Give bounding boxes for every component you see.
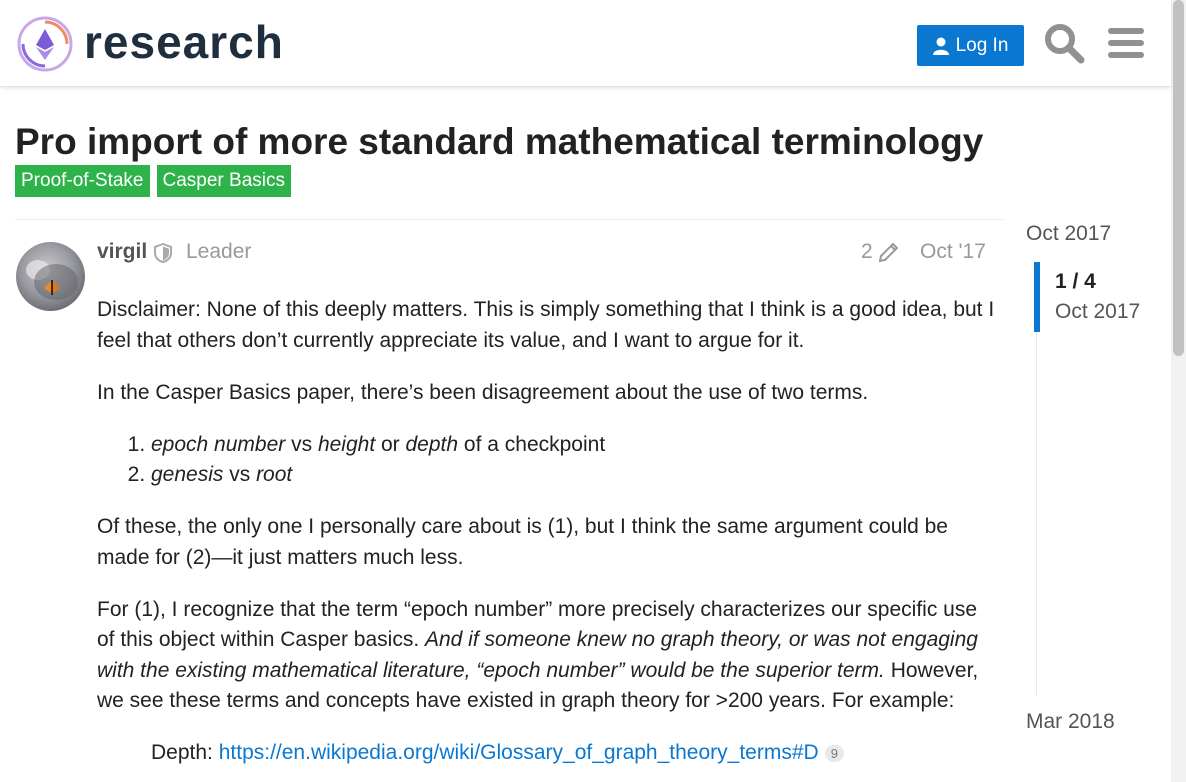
timeline-position: 1 / 4: [1055, 270, 1096, 293]
post-username[interactable]: virgil: [97, 238, 147, 266]
tag-proof-of-stake[interactable]: Proof-of-Stake: [15, 165, 150, 197]
tag-casper-basics[interactable]: Casper Basics: [156, 165, 291, 197]
post-paragraph: Of these, the only one I personally care…: [97, 515, 948, 569]
topic-tags: Proof-of-Stake Casper Basics: [15, 165, 291, 197]
site-header: research Log In: [0, 0, 1171, 87]
post-body: Disclaimer: None of this deeply matters.…: [97, 295, 997, 769]
term-tail: of a checkpoint: [458, 432, 606, 456]
list-item: Depth: https://en.wikipedia.org/wiki/Glo…: [151, 738, 997, 769]
post-edit-count: 2: [861, 240, 873, 263]
hamburger-menu-icon[interactable]: [1105, 22, 1147, 64]
post-paragraph: For (1), I recognize that the term “epoc…: [97, 595, 997, 717]
term-depth: depth: [405, 432, 459, 456]
post-date[interactable]: Oct '17: [920, 238, 986, 266]
depth-label: Depth:: [151, 741, 219, 764]
title-divider: [15, 219, 1003, 220]
term-separator: vs: [223, 463, 257, 486]
list-item: epoch number vs height or depth of a che…: [151, 430, 997, 461]
post-edits-indicator[interactable]: 2: [861, 238, 901, 266]
avatar[interactable]: [16, 242, 85, 311]
link-click-count: 9: [824, 744, 844, 762]
timeline-start-date[interactable]: Oct 2017: [1026, 220, 1111, 248]
brand-name[interactable]: research: [84, 16, 284, 68]
terms-list: epoch number vs height or depth of a che…: [97, 430, 997, 491]
term-height: height: [317, 432, 376, 456]
list-item: genesis vs root: [151, 460, 997, 491]
examples-list: Depth: https://en.wikipedia.org/wiki/Glo…: [97, 738, 997, 769]
login-label: Log In: [955, 34, 1009, 56]
research-logo-icon[interactable]: [16, 15, 74, 73]
term-separator: vs: [285, 432, 318, 456]
term-separator: or: [375, 432, 406, 456]
page-scrollbar-thumb[interactable]: [1173, 0, 1184, 356]
moderator-shield-icon: [154, 243, 172, 263]
post-paragraph: In the Casper Basics paper, there’s been…: [97, 380, 869, 404]
term-epoch-number: epoch number: [151, 432, 286, 456]
topic-title[interactable]: Pro import of more standard mathematical…: [15, 120, 983, 164]
depth-link[interactable]: https://en.wikipedia.org/wiki/Glossary_o…: [219, 741, 819, 764]
user-icon: [932, 37, 949, 55]
term-root: root: [256, 463, 293, 486]
post-paragraph: Disclaimer: None of this deeply matters.…: [97, 298, 995, 352]
search-icon[interactable]: [1043, 22, 1085, 64]
pencil-icon: [878, 242, 899, 263]
login-button[interactable]: Log In: [917, 25, 1024, 66]
term-genesis: genesis: [151, 463, 224, 486]
timeline-current-date: Oct 2017: [1055, 300, 1141, 323]
post-user-title: Leader: [186, 240, 252, 263]
avatar-image: [26, 260, 78, 300]
timeline-handle[interactable]: [1034, 262, 1040, 332]
timeline-end-date[interactable]: Mar 2018: [1026, 708, 1115, 736]
